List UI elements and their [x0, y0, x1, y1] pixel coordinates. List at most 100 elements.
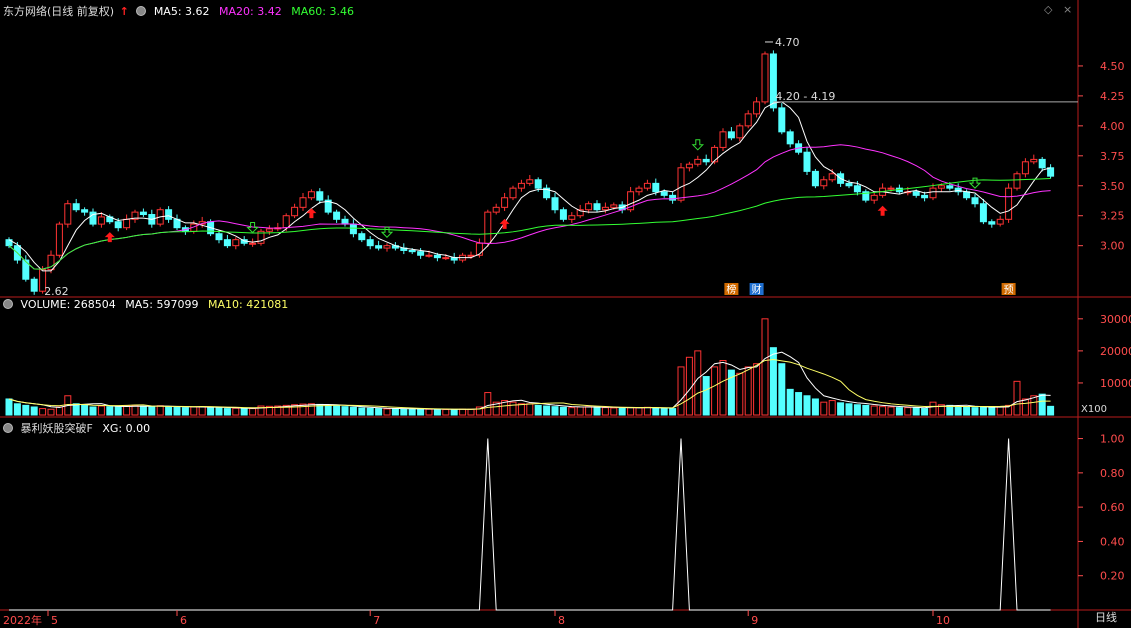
- candle[interactable]: [971, 194, 979, 208]
- candle[interactable]: [89, 208, 97, 227]
- volume-bar: [324, 404, 332, 416]
- candle[interactable]: [669, 191, 677, 204]
- volume-bar: [383, 408, 391, 416]
- candle[interactable]: [736, 123, 744, 142]
- candle[interactable]: [324, 195, 332, 215]
- candle[interactable]: [223, 234, 231, 249]
- indicator-settings-icon[interactable]: [3, 423, 13, 433]
- candle[interactable]: [131, 209, 139, 223]
- candle[interactable]: [685, 161, 693, 172]
- candle[interactable]: [123, 214, 131, 231]
- candle[interactable]: [1021, 158, 1029, 178]
- volume-chart[interactable]: [5, 318, 1055, 416]
- candle[interactable]: [165, 206, 173, 223]
- candle[interactable]: [627, 186, 635, 213]
- candle[interactable]: [249, 238, 257, 247]
- candle[interactable]: [1047, 164, 1055, 179]
- candle[interactable]: [870, 191, 878, 204]
- candle[interactable]: [543, 184, 551, 201]
- candle[interactable]: [299, 192, 307, 211]
- candle[interactable]: [702, 154, 710, 166]
- candlestick-chart[interactable]: 4.70 2.62 4.20 - 4.19 榜 财 预: [5, 36, 1078, 298]
- candle[interactable]: [568, 212, 576, 223]
- close-window-button[interactable]: ×: [1063, 3, 1072, 16]
- candle[interactable]: [551, 192, 559, 214]
- candle[interactable]: [139, 208, 147, 217]
- candle[interactable]: [265, 225, 273, 235]
- x-axis: 2022年 5 6 7 8 9 10: [3, 610, 950, 627]
- volume-bar: [694, 350, 702, 416]
- candle[interactable]: [517, 179, 525, 192]
- volume-bar: [736, 372, 744, 416]
- candle[interactable]: [879, 183, 887, 198]
- candle[interactable]: [450, 252, 458, 264]
- candle[interactable]: [47, 250, 55, 274]
- candle[interactable]: [55, 221, 63, 258]
- candle[interactable]: [173, 214, 181, 231]
- volume-bar: [761, 318, 769, 416]
- candle[interactable]: [358, 231, 366, 243]
- candle[interactable]: [383, 243, 391, 252]
- candle[interactable]: [291, 203, 299, 219]
- volume-bar: [702, 376, 710, 416]
- candle-body: [534, 179, 542, 189]
- candle[interactable]: [727, 127, 735, 141]
- volume-settings-icon[interactable]: [3, 299, 13, 309]
- candle-body: [1013, 173, 1021, 189]
- candle[interactable]: [744, 110, 752, 129]
- indicator-chart[interactable]: [9, 438, 1051, 611]
- period-button[interactable]: 日线: [1084, 610, 1128, 626]
- volume-bar: [635, 407, 643, 416]
- candle[interactable]: [753, 97, 761, 118]
- candle[interactable]: [64, 200, 72, 228]
- volume-bar: [963, 406, 971, 416]
- candle[interactable]: [81, 207, 89, 216]
- candle[interactable]: [375, 240, 383, 251]
- candle[interactable]: [316, 188, 324, 204]
- candle-body: [694, 158, 702, 165]
- candle[interactable]: [786, 129, 794, 148]
- candle[interactable]: [996, 215, 1004, 227]
- restore-window-button[interactable]: ◇: [1044, 3, 1052, 16]
- candle[interactable]: [803, 147, 811, 175]
- candle[interactable]: [677, 162, 685, 203]
- candle[interactable]: [72, 198, 80, 213]
- candle[interactable]: [492, 203, 500, 215]
- candle[interactable]: [526, 174, 534, 186]
- candle[interactable]: [333, 209, 341, 223]
- candle[interactable]: [509, 185, 517, 201]
- candle[interactable]: [820, 176, 828, 190]
- candle[interactable]: [1005, 183, 1013, 223]
- candle[interactable]: [1013, 171, 1021, 191]
- candle[interactable]: [484, 209, 492, 247]
- candle[interactable]: [501, 192, 509, 211]
- candle[interactable]: [979, 198, 987, 225]
- candle[interactable]: [274, 222, 282, 232]
- candle[interactable]: [761, 51, 769, 105]
- candle[interactable]: [559, 207, 567, 222]
- candle[interactable]: [778, 103, 786, 135]
- candle-body: [719, 131, 727, 148]
- candle[interactable]: [232, 237, 240, 250]
- volume-bar: [375, 408, 383, 416]
- ma-settings-icon[interactable]: [136, 6, 147, 16]
- candle[interactable]: [593, 200, 601, 213]
- candle[interactable]: [341, 215, 349, 227]
- candle[interactable]: [307, 189, 315, 201]
- candle[interactable]: [1030, 154, 1038, 165]
- candle[interactable]: [257, 228, 265, 246]
- candle[interactable]: [811, 168, 819, 189]
- candle-body: [786, 131, 794, 145]
- candle[interactable]: [643, 179, 651, 191]
- candle[interactable]: [954, 183, 962, 196]
- candle[interactable]: [988, 219, 996, 228]
- candle[interactable]: [30, 276, 38, 295]
- candle[interactable]: [5, 237, 13, 249]
- candle[interactable]: [635, 185, 643, 196]
- candle[interactable]: [366, 236, 374, 250]
- candle[interactable]: [862, 189, 870, 203]
- candle[interactable]: [694, 155, 702, 167]
- candle[interactable]: [719, 128, 727, 152]
- volume-bar: [526, 403, 534, 416]
- candle-body: [442, 257, 450, 260]
